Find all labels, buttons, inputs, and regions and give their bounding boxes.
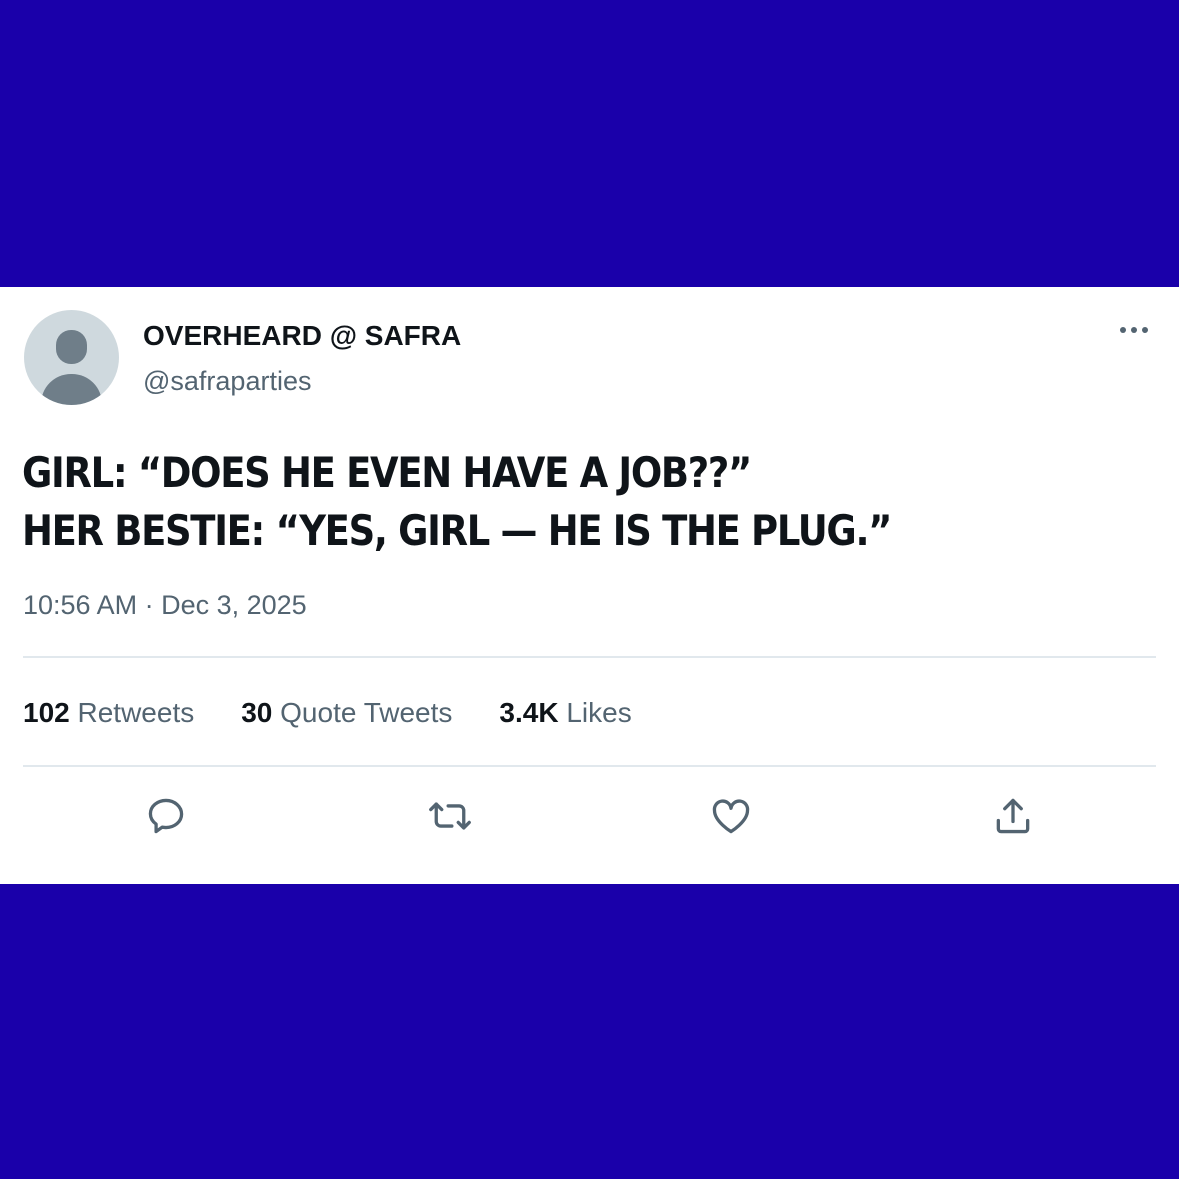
quote-tweets-count: 30 (241, 697, 273, 728)
retweet-icon (429, 802, 471, 830)
likes-count: 3.4K (499, 697, 559, 728)
background-frame: OVERHEARD @ SAFRA @safraparties GIRL: “D… (0, 0, 1179, 1179)
divider (23, 656, 1156, 658)
divider (23, 765, 1156, 767)
avatar[interactable] (24, 310, 119, 405)
tweet-text-line: GIRL: “DOES HE EVEN HAVE A JOB??” (22, 448, 752, 497)
retweet-button[interactable] (426, 792, 474, 840)
user-handle[interactable]: @safraparties (143, 366, 311, 397)
more-icon-dot (1131, 327, 1137, 333)
tweet-text: GIRL: “DOES HE EVEN HAVE A JOB??” HER BE… (22, 444, 1016, 560)
share-button[interactable] (989, 792, 1037, 840)
likes-stat[interactable]: 3.4K Likes (499, 697, 631, 729)
tweet-text-line: HER BESTIE: “YES, GIRL — HE IS THE PLUG.… (22, 506, 892, 555)
retweets-count: 102 (23, 697, 70, 728)
more-icon-dot (1142, 327, 1148, 333)
more-options-button[interactable] (1112, 314, 1156, 346)
retweets-stat[interactable]: 102 Retweets (23, 697, 194, 729)
display-name[interactable]: OVERHEARD @ SAFRA (143, 320, 461, 352)
tweet-stats: 102 Retweets 30 Quote Tweets 3.4K Likes (23, 697, 632, 729)
avatar-head-shape (56, 330, 87, 364)
likes-label: Likes (566, 697, 632, 728)
more-icon-dot (1120, 327, 1126, 333)
reply-button[interactable] (142, 792, 190, 840)
tweet-timestamp[interactable]: 10:56 AM · Dec 3, 2025 (23, 590, 307, 621)
quote-tweets-stat[interactable]: 30 Quote Tweets (241, 697, 452, 729)
reply-icon (148, 798, 184, 834)
like-icon (712, 799, 750, 834)
avatar-shoulders-shape (41, 374, 102, 405)
like-button[interactable] (707, 792, 755, 840)
share-icon (996, 798, 1030, 834)
retweets-label: Retweets (77, 697, 195, 728)
quote-tweets-label: Quote Tweets (280, 697, 453, 728)
